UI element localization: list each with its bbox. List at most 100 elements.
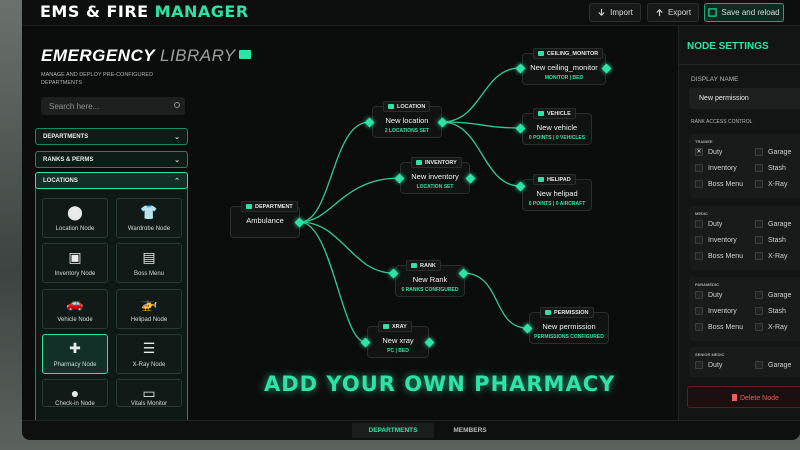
rank-block-senior-medic: SENIOR MEDIC Duty Garage — [689, 347, 800, 377]
node-ceiling-tag: CEILING_MONITOR — [533, 48, 604, 59]
permission-checkbox[interactable]: Duty — [695, 291, 722, 299]
header-bar: EMS & FIRE MANAGER Import Export Save an… — [22, 0, 800, 26]
empty-box-icon — [695, 252, 703, 260]
permission-label: Duty — [708, 220, 723, 228]
node-inventory-tag-text: INVENTORY — [425, 159, 457, 166]
empty-box-icon — [755, 291, 763, 299]
permission-label: Boss Menu — [708, 323, 744, 331]
permission-checkbox[interactable]: Duty — [695, 361, 722, 369]
section-ranks-perms[interactable]: RANKS & PERMS ⌄ — [35, 151, 188, 168]
permission-checkbox[interactable]: Boss Menu — [695, 323, 743, 331]
display-name-input[interactable]: New permission — [689, 88, 800, 109]
node-vehicle-tag: VEHICLE — [533, 108, 576, 119]
empty-box-icon — [695, 323, 703, 331]
helipad-icon — [538, 177, 544, 182]
library-tile-label: Vitals Monitor — [130, 401, 168, 407]
tab-departments-label: DEPARTMENTS — [368, 427, 418, 434]
library-tile-xray[interactable]: ☰ X-Ray Node — [116, 334, 182, 374]
permission-checkbox[interactable]: Garage — [755, 361, 791, 369]
permission-checkbox[interactable]: X-Ray — [755, 180, 787, 188]
empty-box-icon — [755, 361, 763, 369]
node-rank-tag: RANK — [406, 260, 441, 271]
permission-checkbox[interactable]: Duty — [695, 220, 722, 228]
edge-location-vehicle — [441, 121, 521, 129]
library-tile-box[interactable]: ▣ Inventory Node — [42, 243, 108, 283]
export-button[interactable]: Export — [647, 3, 699, 22]
empty-box-icon — [755, 307, 763, 315]
node-vehicle[interactable]: VEHICLE New vehicle 0 POINTS | 0 VEHICLE… — [522, 108, 592, 145]
library-tile-pharmacy[interactable]: ✚ Pharmacy Node — [42, 334, 108, 374]
chevron-down-icon: ⌄ — [174, 157, 180, 164]
edge-department-xray — [299, 221, 366, 343]
location-icon — [388, 104, 394, 109]
permission-checkbox[interactable]: Inventory — [695, 164, 737, 172]
node-rank-sub: 6 RANKS CONFIGURED — [401, 287, 459, 293]
library-search-input[interactable]: Search here... — [41, 97, 185, 115]
node-location-tag-text: LOCATION — [397, 103, 426, 110]
permission-checkbox[interactable]: ✕ Duty — [695, 148, 722, 156]
library-tile-monitor[interactable]: ▭ Vitals Monitor — [116, 379, 182, 407]
xray-icon: ☰ — [142, 340, 156, 356]
permission-checkbox[interactable]: Boss Menu — [695, 252, 743, 260]
search-icon — [174, 102, 180, 108]
permission-checkbox[interactable]: Stash — [755, 236, 786, 244]
empty-box-icon — [755, 252, 763, 260]
library-tile-label: Helipad Node — [130, 317, 168, 323]
library-tile-label: Pharmacy Node — [53, 362, 97, 368]
node-inventory-sub: LOCATION SET — [416, 184, 454, 190]
node-location[interactable]: LOCATION New location 2 LOCATIONS SET — [372, 101, 442, 138]
node-ceiling-monitor[interactable]: CEILING_MONITOR New ceiling_monitor MONI… — [522, 48, 606, 85]
permission-checkbox[interactable]: Inventory — [695, 236, 737, 244]
section-locations-label: LOCATIONS — [43, 178, 78, 184]
node-graph-canvas[interactable]: DEPARTMENT Ambulance LOCATION New locati… — [192, 26, 678, 420]
library-tile-shirt[interactable]: 👕 Wardrobe Node — [116, 198, 182, 238]
import-button[interactable]: Import — [589, 3, 641, 22]
permission-checkbox[interactable]: Boss Menu — [695, 180, 743, 188]
node-permission[interactable]: PERMISSION New permission PERMISSIONS CO… — [529, 307, 609, 344]
permission-icon — [545, 310, 551, 315]
save-icon — [708, 8, 717, 17]
empty-box-icon — [695, 220, 703, 228]
library-tile-briefcase[interactable]: ▤ Boss Menu — [116, 243, 182, 283]
permission-checkbox[interactable]: Garage — [755, 148, 791, 156]
inventory-icon — [416, 160, 422, 165]
library-tile-label: Check-in Node — [55, 401, 95, 407]
edge-location-ceiling — [441, 67, 521, 123]
node-helipad-tag-text: HELIPAD — [547, 176, 571, 183]
library-tile-car[interactable]: 🚗 Vehicle Node — [42, 289, 108, 329]
permission-label: Stash — [768, 307, 786, 315]
edge-department-inventory — [299, 177, 401, 223]
permission-checkbox[interactable]: Stash — [755, 164, 786, 172]
permission-checkbox[interactable]: X-Ray — [755, 252, 787, 260]
permission-label: Inventory — [708, 164, 737, 172]
rank-name: TRAINEE — [695, 139, 713, 144]
tab-departments[interactable]: DEPARTMENTS — [352, 423, 434, 438]
node-helipad[interactable]: HELIPAD New helipad 0 POINTS | 0 AIRCRAF… — [522, 174, 592, 211]
permission-checkbox[interactable]: Garage — [755, 291, 791, 299]
delete-node-button[interactable]: Delete Node — [687, 386, 800, 408]
node-inventory[interactable]: INVENTORY New inventory LOCATION SET — [400, 157, 470, 194]
save-reload-button[interactable]: Save and reload — [704, 3, 784, 22]
permission-checkbox[interactable]: X-Ray — [755, 323, 787, 331]
section-ranks-label: RANKS & PERMS — [43, 157, 94, 163]
node-xray-sub: PC | BED — [387, 348, 409, 354]
permission-checkbox[interactable]: Garage — [755, 220, 791, 228]
tab-members-label: MEMBERS — [453, 427, 487, 434]
permission-checkbox[interactable]: Stash — [755, 307, 786, 315]
permission-label: Duty — [708, 361, 723, 369]
library-tile-helicopter[interactable]: 🚁 Helipad Node — [116, 289, 182, 329]
node-department[interactable]: DEPARTMENT Ambulance — [230, 201, 300, 238]
permission-checkbox[interactable]: Inventory — [695, 307, 737, 315]
empty-box-icon — [755, 148, 763, 156]
section-departments[interactable]: DEPARTMENTS ⌄ — [35, 128, 188, 145]
permission-label: Boss Menu — [708, 180, 744, 188]
library-tile-user[interactable]: ● Check-in Node — [42, 379, 108, 407]
node-xray[interactable]: XRAY New xray PC | BED — [367, 321, 429, 358]
section-locations[interactable]: LOCATIONS ⌃ — [35, 172, 188, 189]
permission-label: Garage — [768, 148, 792, 156]
export-icon — [656, 9, 663, 17]
tab-members[interactable]: MEMBERS — [440, 423, 500, 438]
node-rank[interactable]: RANK New Rank 6 RANKS CONFIGURED — [395, 260, 465, 297]
node-rank-name: New Rank — [412, 275, 448, 284]
library-tile-location-pin[interactable]: ⬤ Location Node — [42, 198, 108, 238]
